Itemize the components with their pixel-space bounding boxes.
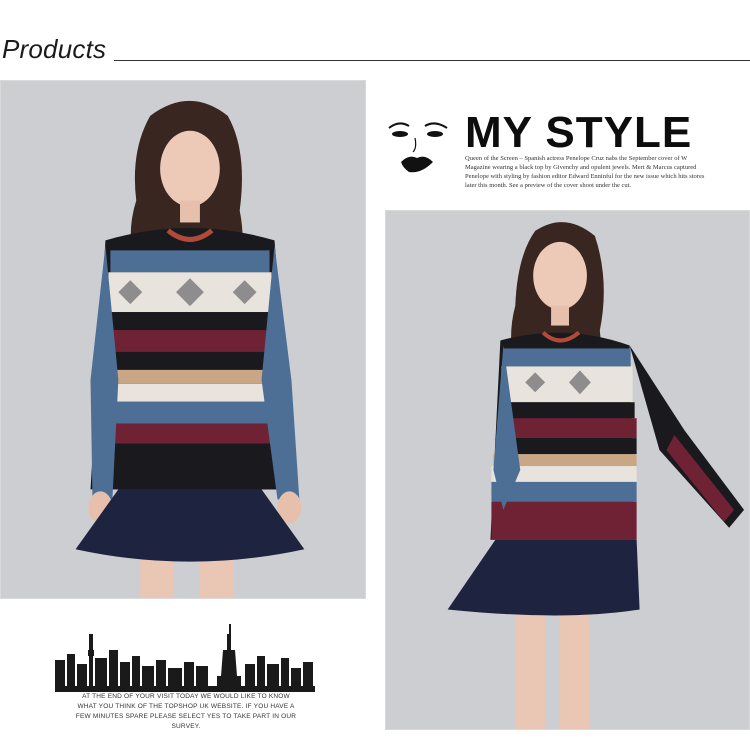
editorial-title: MY STYLE [465,108,693,157]
model-front-illustration [1,81,365,598]
survey-text: AT THE END OF YOUR VISIT TODAY WE WOULD … [75,693,297,730]
product-photo-front[interactable] [0,80,366,599]
product-photo-side[interactable] [385,210,750,730]
lips-face-icon [388,122,448,173]
title-divider [114,60,750,61]
editorial-body: Queen of the Screen – Spanish actress Pe… [465,155,705,189]
page-title: Products [2,34,107,64]
city-skyline-icon [55,624,315,692]
editorial-block: MY STYLE Queen of the Screen – Spanish a… [385,108,750,198]
model-side-illustration [386,211,749,729]
